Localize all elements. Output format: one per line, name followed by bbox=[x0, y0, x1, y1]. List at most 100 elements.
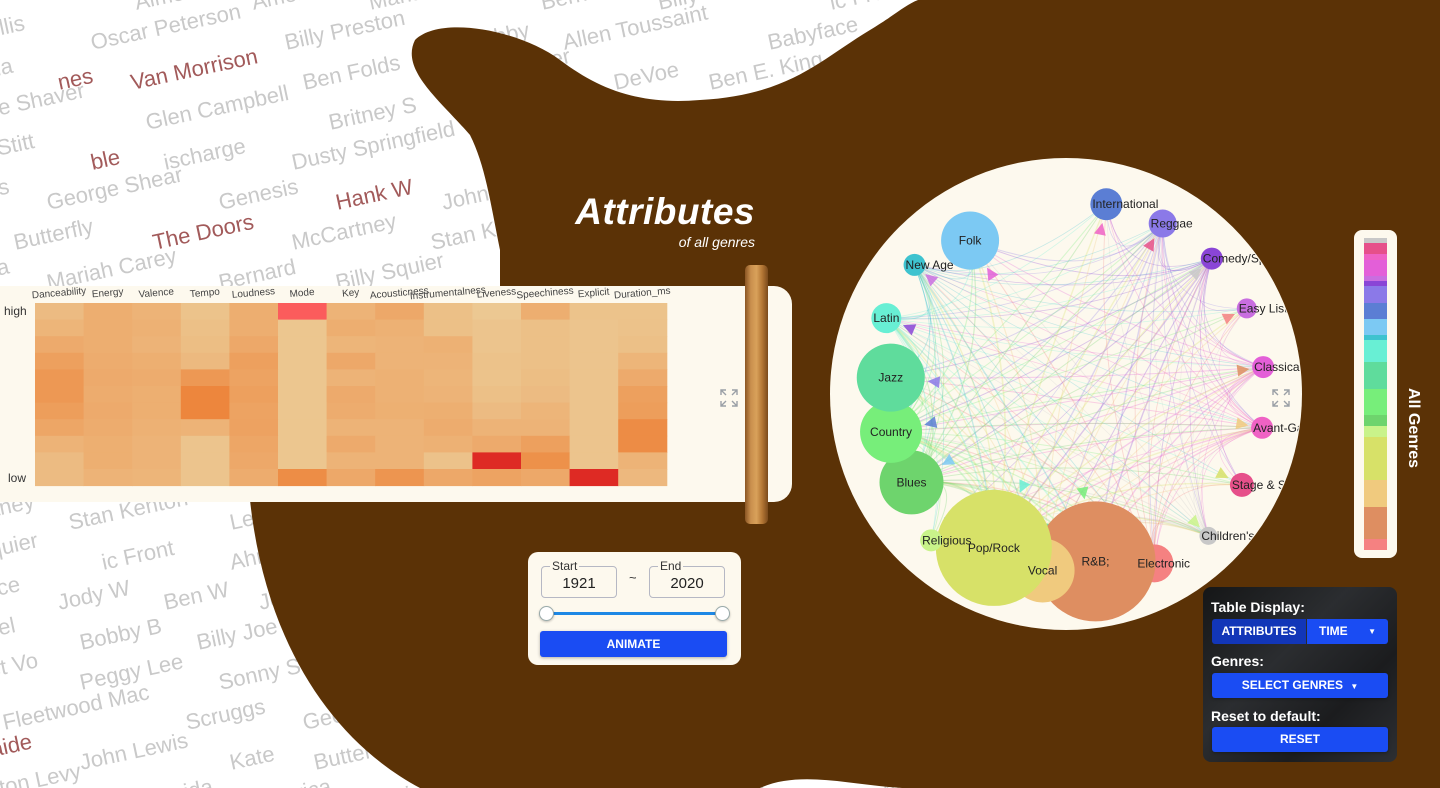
start-year-slider-handle[interactable] bbox=[539, 606, 554, 621]
legend-swatch[interactable] bbox=[1364, 302, 1387, 319]
animate-button[interactable]: ANIMATE bbox=[540, 631, 727, 657]
heatmap-cell bbox=[180, 352, 230, 370]
heatmap-cell bbox=[472, 303, 522, 321]
heatmap-cell bbox=[180, 319, 230, 337]
heatmap-cell bbox=[423, 369, 473, 387]
reset-button[interactable]: RESET bbox=[1212, 727, 1388, 752]
heatmap-cell bbox=[132, 369, 182, 387]
attributes-toggle-button[interactable]: ATTRIBUTES bbox=[1212, 619, 1306, 644]
genre-node-label: Reggae bbox=[1151, 217, 1193, 231]
legend-swatch[interactable] bbox=[1364, 388, 1387, 416]
heatmap-cell bbox=[521, 435, 571, 453]
start-year-label: Start bbox=[550, 559, 580, 573]
heatmap-cell bbox=[35, 369, 85, 387]
heatmap-cell bbox=[326, 452, 376, 470]
heatmap-cell bbox=[472, 469, 522, 487]
year-range-slider[interactable] bbox=[546, 612, 722, 615]
legend-swatch[interactable] bbox=[1364, 436, 1387, 480]
heatmap-cell bbox=[278, 452, 328, 470]
heatmap-cell bbox=[35, 452, 85, 470]
expand-heatmap-icon[interactable] bbox=[720, 389, 738, 407]
genre-node-label: Vocal bbox=[1028, 563, 1057, 577]
legend-swatch[interactable] bbox=[1364, 286, 1387, 303]
heatmap-cell bbox=[180, 435, 230, 453]
legend-swatch[interactable] bbox=[1364, 243, 1387, 255]
heatmap-cell bbox=[521, 352, 571, 370]
genres-label: Genres: bbox=[1211, 653, 1264, 669]
end-year-value: 2020 bbox=[670, 575, 704, 592]
heatmap-cell bbox=[423, 319, 473, 337]
genre-node-label: R&B; bbox=[1082, 554, 1110, 568]
heatmap-cell bbox=[326, 469, 376, 487]
legend-swatch[interactable] bbox=[1364, 539, 1387, 550]
heatmap-cell bbox=[326, 369, 376, 387]
heatmap-cell bbox=[278, 369, 328, 387]
heatmap-column-label: Valence bbox=[138, 286, 175, 300]
legend-swatch[interactable] bbox=[1364, 426, 1387, 437]
heatmap-cell bbox=[423, 336, 473, 354]
legend-swatch[interactable] bbox=[1364, 259, 1387, 276]
heatmap-cell bbox=[326, 419, 376, 437]
heatmap-cell bbox=[423, 419, 473, 437]
heatmap-cell bbox=[521, 452, 571, 470]
legend-swatch[interactable] bbox=[1364, 479, 1387, 507]
heatmap-cell bbox=[278, 469, 328, 487]
legend-swatch[interactable] bbox=[1364, 506, 1387, 540]
heatmap-column-label: Mode bbox=[289, 287, 315, 300]
heatmap-cell bbox=[278, 319, 328, 337]
end-year-field[interactable]: End 2020 bbox=[649, 559, 725, 598]
end-year-label: End bbox=[658, 559, 684, 573]
heatmap-cell bbox=[229, 469, 279, 487]
heatmap-cell bbox=[83, 452, 133, 470]
heatmap-cell bbox=[472, 452, 522, 470]
heatmap-cell bbox=[229, 369, 279, 387]
start-year-field[interactable]: Start 1921 bbox=[541, 559, 617, 598]
select-genres-label: SELECT GENRES bbox=[1241, 678, 1344, 692]
heatmap-column-label: Key bbox=[342, 287, 360, 299]
end-year-slider-handle[interactable] bbox=[715, 606, 730, 621]
heatmap-cell bbox=[569, 369, 619, 387]
heatmap-cell bbox=[472, 402, 522, 420]
heatmap-cell bbox=[326, 319, 376, 337]
heatmap-cell bbox=[278, 352, 328, 370]
heatmap-cell bbox=[132, 402, 182, 420]
genre-node-label: Comedy/Spoken bbox=[1203, 252, 1292, 266]
heatmap-cell bbox=[132, 452, 182, 470]
heatmap-cell bbox=[618, 336, 668, 354]
heatmap-cell bbox=[423, 452, 473, 470]
heatmap-cell bbox=[423, 469, 473, 487]
genre-node-label: Electronic bbox=[1137, 556, 1190, 570]
heatmap-cell bbox=[472, 419, 522, 437]
heatmap-cell bbox=[326, 303, 376, 321]
heatmap-cell bbox=[229, 336, 279, 354]
heatmap-cell bbox=[472, 336, 522, 354]
legend-swatch[interactable] bbox=[1364, 361, 1387, 389]
heatmap-cell bbox=[618, 319, 668, 337]
legend-swatch[interactable] bbox=[1364, 415, 1387, 427]
heatmap-cell bbox=[375, 452, 425, 470]
heatmap-cell bbox=[423, 435, 473, 453]
heatmap-column-label: Energy bbox=[91, 287, 124, 301]
time-label: TIME bbox=[1319, 624, 1348, 638]
genre-node-label: Pop/Rock bbox=[968, 541, 1021, 555]
genre-node-label: Classical bbox=[1254, 360, 1302, 374]
expand-network-icon[interactable] bbox=[1272, 389, 1290, 407]
genre-node-label: Stage & Screen bbox=[1232, 478, 1302, 492]
time-dropdown-button[interactable]: TIME ▼ bbox=[1307, 619, 1388, 644]
heatmap-cell bbox=[229, 319, 279, 337]
heatmap-cell bbox=[569, 435, 619, 453]
table-display-label: Table Display: bbox=[1211, 599, 1305, 615]
heatmap-cell bbox=[132, 336, 182, 354]
heatmap-cell bbox=[278, 386, 328, 404]
guitar-neck-divider bbox=[745, 265, 768, 524]
heatmap-cell bbox=[375, 303, 425, 321]
heatmap-cell bbox=[35, 303, 85, 321]
legend-swatch[interactable] bbox=[1364, 318, 1387, 335]
page-subtitle: of all genres bbox=[678, 234, 755, 250]
heatmap-cell bbox=[180, 452, 230, 470]
legend-swatch[interactable] bbox=[1364, 340, 1387, 362]
heatmap-cell bbox=[278, 303, 328, 321]
select-genres-dropdown[interactable]: SELECT GENRES ▼ bbox=[1212, 673, 1388, 698]
heatmap-cell bbox=[35, 386, 85, 404]
heatmap-cell bbox=[35, 435, 85, 453]
